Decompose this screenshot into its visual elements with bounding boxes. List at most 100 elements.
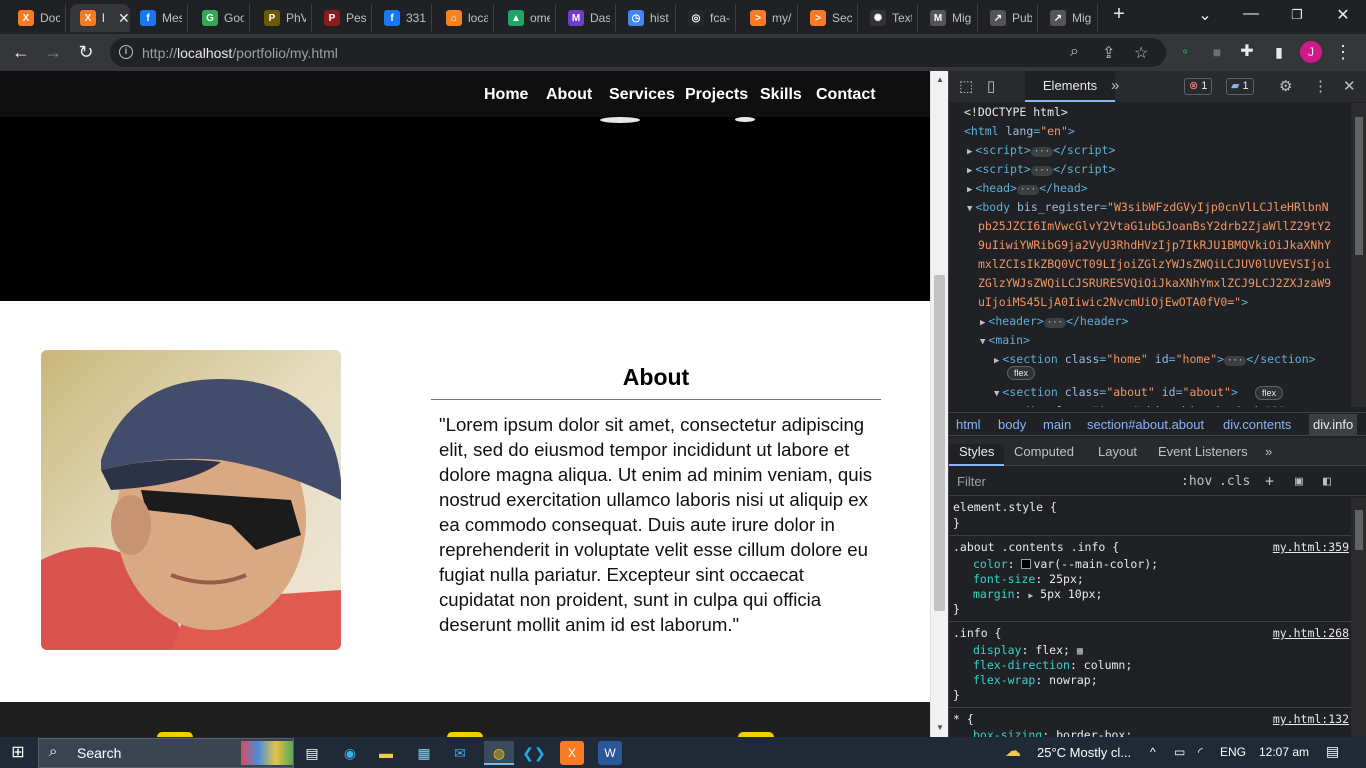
source-link[interactable]: my.html:359 — [1273, 540, 1349, 554]
browser-tab[interactable]: ◷ hist — [618, 4, 676, 32]
class-toggle[interactable]: .cls — [1219, 474, 1250, 489]
devtools-menu-kebab-icon[interactable]: ⋮ — [1313, 77, 1328, 95]
side-panel-icon[interactable]: ▮ — [1268, 42, 1290, 64]
dom-line[interactable]: ▼ <main> — [980, 331, 1030, 350]
nav-home[interactable]: Home — [484, 86, 528, 104]
forward-button[interactable]: → — [42, 42, 64, 64]
dom-line[interactable]: ▶ <head> ··· </head> — [967, 179, 1088, 198]
vscode-icon[interactable]: ❮❯ — [522, 741, 546, 765]
menu-kebab-icon[interactable]: ⋮ — [1332, 42, 1354, 64]
close-tab-icon[interactable]: ✕ — [118, 10, 130, 27]
restore-button[interactable]: ❐ — [1282, 7, 1312, 23]
more-tabs-chevron-icon[interactable]: » — [1111, 77, 1119, 94]
source-link[interactable]: my.html:268 — [1273, 626, 1349, 640]
browser-tab[interactable]: > my/ — [740, 4, 798, 32]
browser-tab[interactable]: ▲ ome — [498, 4, 556, 32]
hover-state-toggle[interactable]: :hov — [1181, 474, 1212, 489]
dom-line[interactable]: ▶ <script> ··· </script> — [967, 141, 1115, 160]
word-icon[interactable]: W — [598, 741, 622, 765]
weather-icon[interactable]: ☁ — [1005, 741, 1021, 761]
close-window-button[interactable]: ✕ — [1328, 5, 1358, 25]
tab-event-listeners[interactable]: Event Listeners — [1158, 444, 1248, 459]
device-toolbar-icon[interactable]: ▯ — [987, 77, 995, 95]
xampp-icon[interactable]: X — [560, 741, 584, 765]
dom-line[interactable]: ▼ <body bis_register="W3sibWFzdGVyIjp0cnV… — [967, 198, 1329, 217]
color-swatch[interactable] — [1021, 559, 1032, 569]
error-count-badge[interactable]: ⊗ 1 — [1184, 78, 1213, 95]
nav-skills[interactable]: Skills — [760, 86, 802, 104]
browser-tab[interactable]: f Mes — [130, 4, 188, 32]
tab-search-chevron-icon[interactable]: ⌄ — [1190, 5, 1220, 25]
nav-projects[interactable]: Projects — [685, 86, 748, 104]
dom-line[interactable]: ▶ <script> ··· </script> — [967, 160, 1115, 179]
reload-button[interactable]: ↻ — [75, 42, 97, 64]
taskbar-search[interactable]: ⌕ Search — [38, 738, 294, 768]
browser-tab[interactable]: ↗ Mig — [1040, 4, 1098, 32]
browser-tab[interactable]: X Doc — [8, 4, 66, 32]
clock[interactable]: 12:07 am — [1259, 745, 1309, 759]
scroll-up-arrow-icon[interactable]: ▲ — [936, 75, 944, 84]
flexbox-editor-icon[interactable]: ▦ — [1077, 646, 1083, 657]
store-icon[interactable]: ▦ — [412, 741, 436, 765]
styles-filter-input[interactable]: Filter — [953, 471, 1169, 493]
mail-icon[interactable]: ✉ — [448, 741, 472, 765]
url-text[interactable]: http://localhost/portfolio/my.html — [142, 45, 338, 61]
new-style-rule-icon[interactable]: + — [1265, 472, 1274, 490]
site-info-icon[interactable]: i — [119, 45, 133, 59]
browser-tab[interactable]: f 331 — [374, 4, 432, 32]
rendering-emulation-icon[interactable]: ▣ — [1295, 474, 1303, 489]
styles-scrollbar[interactable] — [1351, 498, 1366, 737]
browser-tab[interactable]: P PhV — [254, 4, 312, 32]
nav-about[interactable]: About — [546, 86, 592, 104]
browser-tab[interactable]: P Pese — [314, 4, 372, 32]
browser-tab[interactable]: > Sec — [800, 4, 858, 32]
breadcrumb-html[interactable]: html — [956, 414, 981, 436]
browser-tab[interactable]: G Goo — [192, 4, 250, 32]
file-explorer-icon[interactable]: ▬ — [374, 741, 398, 765]
tab-layout[interactable]: Layout — [1098, 444, 1137, 459]
close-devtools-icon[interactable]: ✕ — [1343, 77, 1356, 95]
bookmark-star-icon[interactable]: ☆ — [1134, 43, 1148, 63]
flex-badge[interactable]: flex — [1007, 366, 1036, 380]
browser-tab[interactable]: M Mig — [920, 4, 978, 32]
more-panels-chevron-icon[interactable]: » — [1265, 444, 1272, 459]
extension-icon[interactable]: ■ — [1206, 42, 1228, 64]
browser-tab[interactable]: ⌂ loca — [436, 4, 494, 32]
browser-tab[interactable]: ✺ Text — [860, 4, 918, 32]
dom-line[interactable]: ▶ <header> ··· </header> — [980, 312, 1128, 331]
flex-badge[interactable]: flex — [1255, 386, 1284, 400]
extension-icon[interactable]: ⚬ — [1174, 42, 1196, 64]
inspect-element-icon[interactable]: ⬚ — [959, 77, 973, 95]
page-scrollbar-thumb[interactable] — [934, 275, 945, 611]
share-icon[interactable]: ⇪ — [1102, 43, 1115, 63]
zoom-search-icon[interactable]: ⌕ — [1070, 43, 1079, 61]
breadcrumb-section-about[interactable]: section#about.about — [1087, 414, 1204, 436]
dom-tree[interactable]: <!DOCTYPE html> <html lang="en"> ▶ <scrip… — [949, 103, 1353, 407]
nav-services[interactable]: Services — [609, 86, 675, 104]
scroll-down-arrow-icon[interactable]: ▼ — [936, 723, 944, 732]
styles-rules[interactable]: element.style { } .about .contents .info… — [949, 498, 1353, 737]
breadcrumb-div-info[interactable]: div.info — [1309, 414, 1358, 436]
toggle-sidebar-icon[interactable]: ◧ — [1323, 474, 1331, 489]
source-link[interactable]: my.html:132 — [1273, 712, 1349, 726]
browser-tab[interactable]: M Das — [558, 4, 616, 32]
language-indicator[interactable]: ENG — [1220, 745, 1246, 759]
nav-contact[interactable]: Contact — [816, 86, 876, 104]
tray-chevron-up-icon[interactable]: ^ — [1150, 745, 1156, 759]
weather-text[interactable]: 25°C Mostly cl... — [1037, 745, 1131, 760]
extensions-puzzle-icon[interactable]: ✚ — [1236, 42, 1258, 64]
tab-styles[interactable]: Styles — [949, 444, 1005, 466]
tab-computed[interactable]: Computed — [1014, 444, 1074, 459]
settings-gear-icon[interactable]: ⚙ — [1279, 77, 1292, 95]
new-tab-button[interactable]: + — [1104, 3, 1134, 26]
windows-start-icon[interactable]: ⊞ — [6, 741, 30, 765]
profile-avatar[interactable]: J — [1300, 41, 1322, 63]
dom-line[interactable]: <!DOCTYPE html> — [964, 103, 1068, 122]
edge-icon[interactable]: ◉ — [338, 741, 362, 765]
breadcrumb-div-contents[interactable]: div.contents — [1223, 414, 1291, 436]
battery-icon[interactable]: ▭ — [1174, 745, 1185, 759]
dom-line[interactable]: ▼ <section class="about" id="about"> — [994, 383, 1238, 402]
dom-line[interactable]: <html lang="en"> — [964, 122, 1075, 141]
browser-tab[interactable]: Xl ✕ — [70, 4, 130, 32]
breadcrumb-body[interactable]: body — [998, 414, 1026, 436]
